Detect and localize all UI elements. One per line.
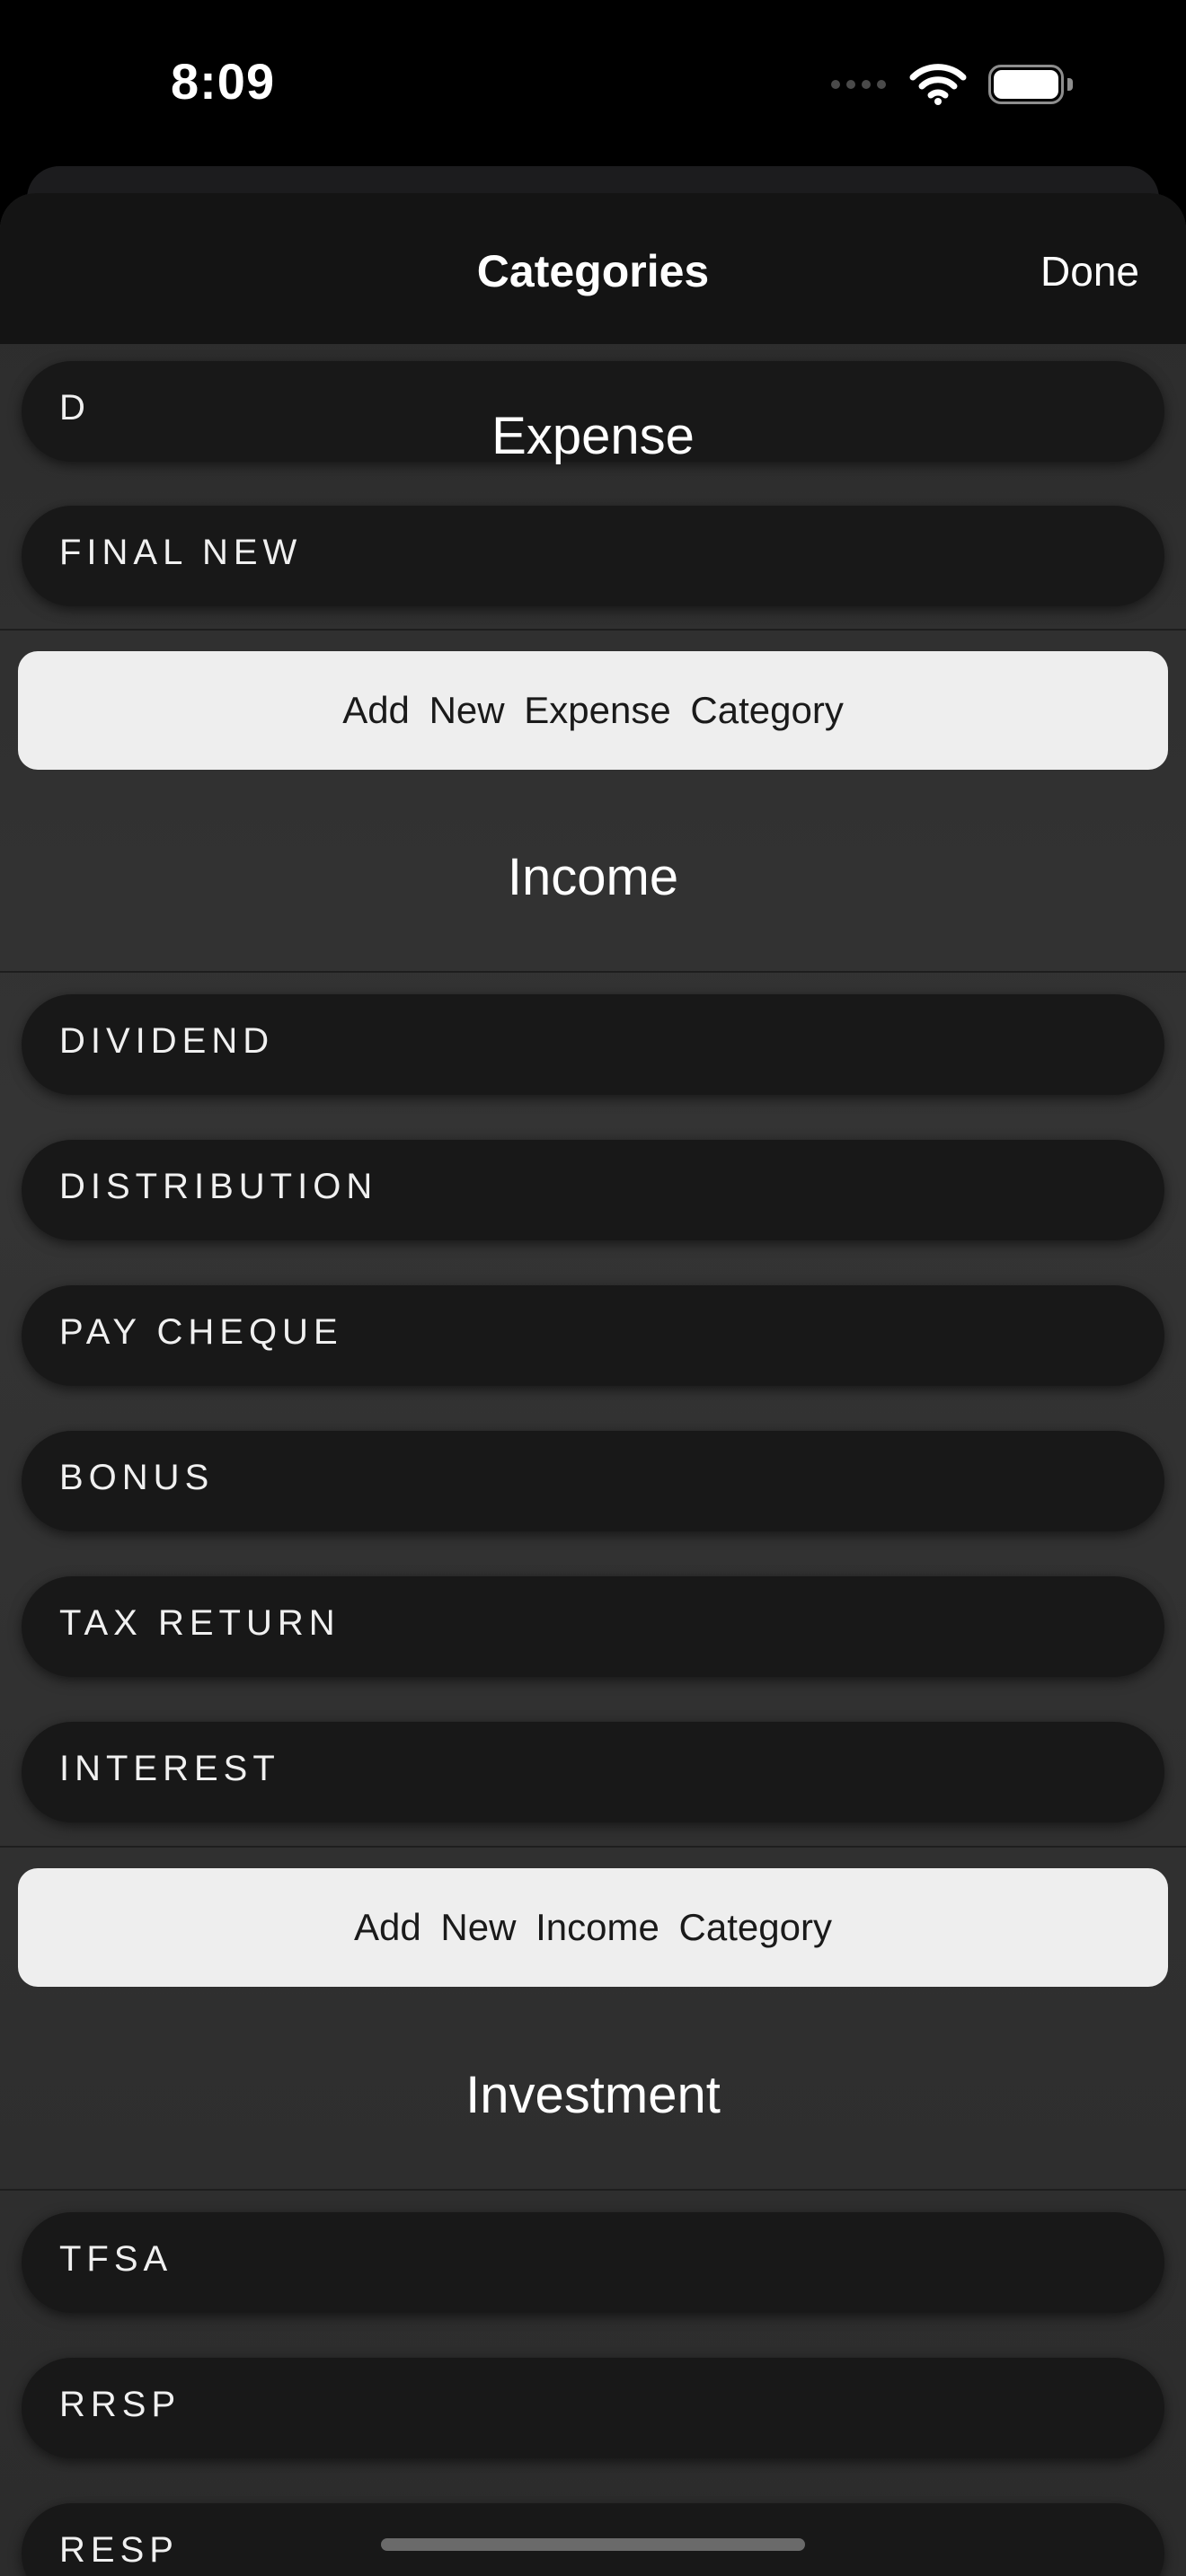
divider xyxy=(0,2189,1186,2191)
list-item[interactable]: RRSP xyxy=(22,2358,1164,2458)
signal-dots-icon xyxy=(831,80,886,89)
status-icons xyxy=(831,63,1073,106)
category-label: RESP xyxy=(59,2530,179,2570)
category-label: TAX RETURN xyxy=(59,1603,341,1643)
nav-bar: Categories Done xyxy=(0,193,1186,344)
divider xyxy=(0,1846,1186,1848)
list-item[interactable]: BONUS xyxy=(22,1431,1164,1531)
category-label: DIVIDEND xyxy=(59,1021,275,1061)
status-bar: 8:09 xyxy=(0,0,1186,171)
category-label: PAY CHEQUE xyxy=(59,1312,343,1352)
divider xyxy=(0,629,1186,631)
battery-icon xyxy=(988,65,1073,104)
categories-sheet: Categories Done D Expense FINAL NEW Add … xyxy=(0,193,1186,2576)
wifi-icon xyxy=(909,64,967,105)
status-time: 8:09 xyxy=(171,53,276,110)
category-label: TFSA xyxy=(59,2239,173,2279)
category-label: BONUS xyxy=(59,1458,215,1497)
list-item[interactable]: DIVIDEND xyxy=(22,994,1164,1095)
list-item[interactable]: PAY CHEQUE xyxy=(22,1285,1164,1386)
section-header-expense: Expense xyxy=(491,407,695,465)
add-income-category-button[interactable]: Add New Income Category xyxy=(18,1868,1168,1987)
category-label: INTEREST xyxy=(59,1749,280,1788)
list-item[interactable]: INTEREST xyxy=(22,1722,1164,1822)
section-header-investment: Investment xyxy=(465,2066,721,2124)
done-button[interactable]: Done xyxy=(1040,247,1139,296)
category-label: FINAL NEW xyxy=(59,533,303,572)
list-item[interactable]: TAX RETURN xyxy=(22,1576,1164,1677)
list-item[interactable]: FINAL NEW xyxy=(22,506,1164,606)
section-header-income: Income xyxy=(507,848,679,906)
add-expense-category-button[interactable]: Add New Expense Category xyxy=(18,651,1168,770)
list-item[interactable]: TFSA xyxy=(22,2212,1164,2313)
divider xyxy=(0,971,1186,973)
page-title: Categories xyxy=(476,246,710,296)
home-indicator[interactable] xyxy=(381,2538,805,2551)
category-label: RRSP xyxy=(59,2385,181,2424)
list-item[interactable]: DISTRIBUTION xyxy=(22,1140,1164,1240)
category-label: DISTRIBUTION xyxy=(59,1167,378,1206)
